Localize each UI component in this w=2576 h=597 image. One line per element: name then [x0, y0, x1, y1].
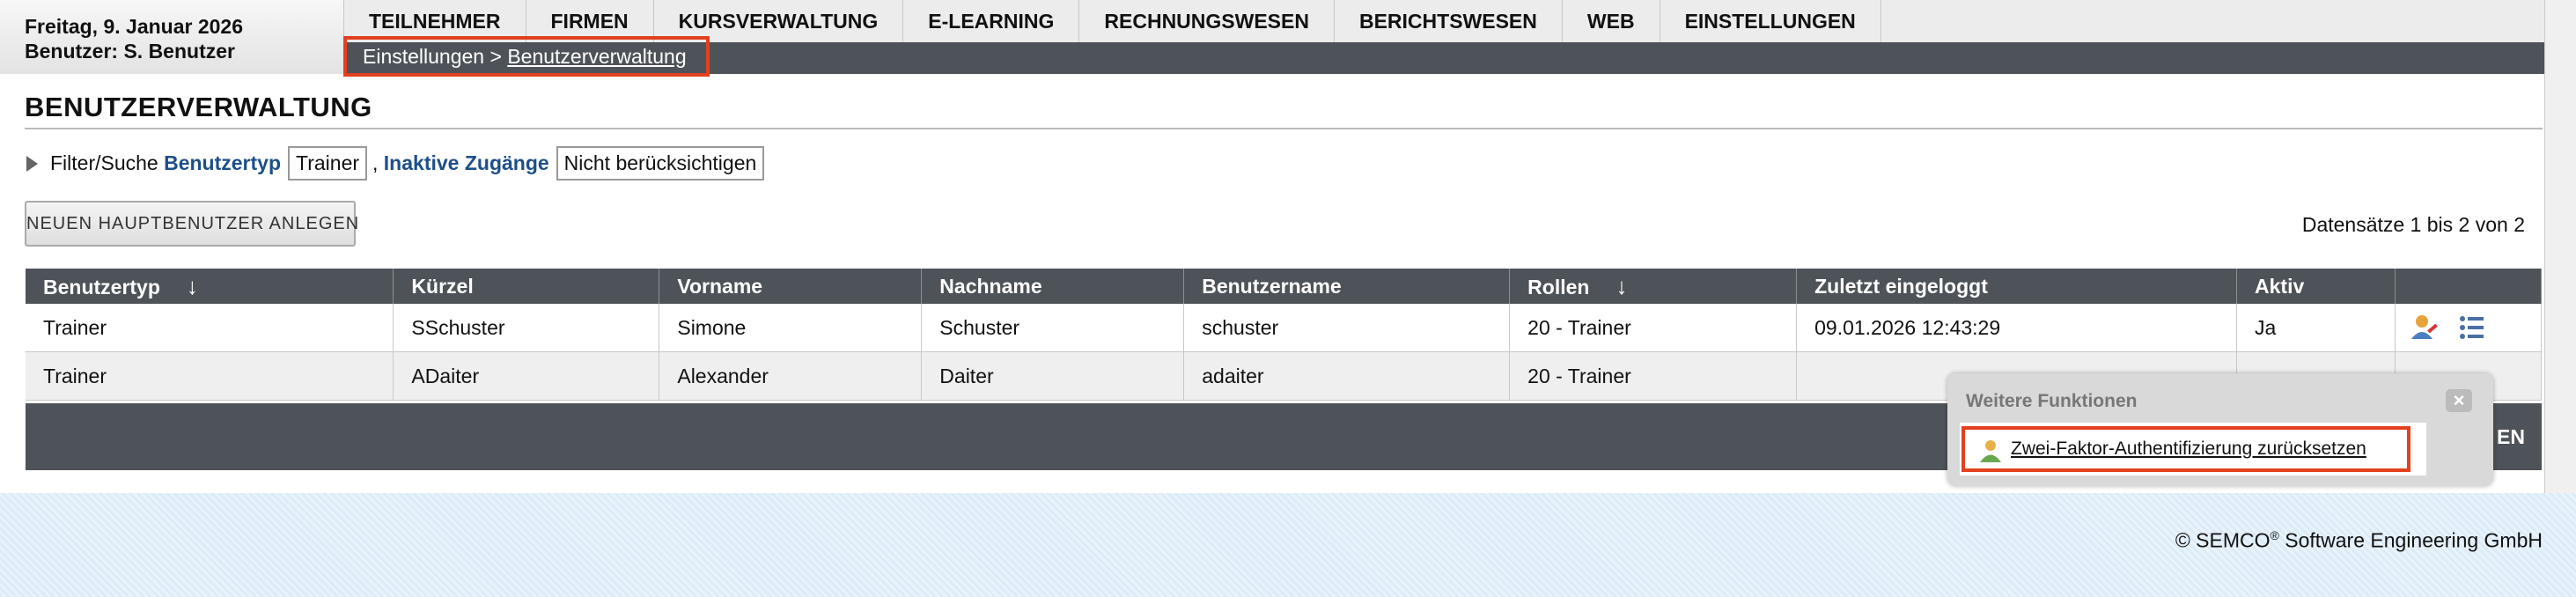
user-icon	[1980, 440, 2001, 462]
reset-2fa-link[interactable]: Zwei-Faktor-Authentifizierung zurücksetz…	[1961, 426, 2410, 472]
cell-vorname: Simone	[659, 304, 923, 352]
sort-down-icon[interactable]: ↓	[187, 273, 198, 299]
table-row[interactable]: Trainer SSchuster Simone Schuster schust…	[26, 304, 2543, 352]
filter-label[interactable]: Filter/Suche	[50, 151, 158, 175]
expand-triangle-icon[interactable]	[26, 155, 38, 172]
cell-benutzertyp: Trainer	[26, 304, 394, 352]
col-zuletzt-eingeloggt[interactable]: Zuletzt eingeloggt	[1796, 269, 2238, 304]
filter-inaktive-label: Inaktive Zugänge	[383, 151, 549, 174]
breadcrumb: Einstellungen > Benutzerverwaltung	[343, 36, 710, 77]
col-benutzertyp[interactable]: Benutzertyp ↓	[26, 269, 394, 304]
table-header-row: Benutzertyp ↓ Kürzel Vorname Nachname Ben…	[26, 269, 2543, 304]
cell-benutzertyp: Trainer	[26, 351, 394, 401]
cell-kuerzel: ADaiter	[393, 351, 660, 401]
cell-rollen: 20 - Trainer	[1509, 304, 1798, 352]
cell-nachname: Daiter	[921, 351, 1185, 401]
cell-vorname: Alexander	[659, 351, 923, 401]
filter-separator: ,	[372, 151, 379, 174]
nav-filler	[1878, 0, 2545, 42]
close-icon[interactable]: ×	[2446, 389, 2472, 412]
sort-down-icon[interactable]: ↓	[1616, 273, 1627, 299]
breadcrumb-current[interactable]: Benutzerverwaltung	[507, 45, 686, 68]
cell-aktiv: Ja	[2236, 304, 2396, 352]
breadcrumb-parent[interactable]: Einstellungen	[363, 45, 484, 68]
new-main-user-button[interactable]: NEUEN HAUPTBENUTZER ANLEGEN	[25, 201, 358, 247]
col-rollen[interactable]: Rollen ↓	[1509, 269, 1798, 304]
cell-benutzername: adaiter	[1183, 351, 1511, 401]
cell-nachname: Schuster	[921, 304, 1185, 352]
cell-zuletzt-eingeloggt: 09.01.2026 12:43:29	[1796, 304, 2238, 352]
cell-actions	[2395, 304, 2543, 352]
filter-bar: Filter/Suche Benutzertyp Trainer , Inakt…	[26, 146, 769, 181]
filter-inaktive-value[interactable]: Nicht berücksichtigen	[556, 146, 765, 181]
current-date: Freitag, 9. Januar 2026	[25, 15, 244, 38]
reset-2fa-label[interactable]: Zwei-Faktor-Authentifizierung zurücksetz…	[2011, 439, 2366, 459]
col-kuerzel[interactable]: Kürzel	[393, 269, 660, 304]
right-edge-strip	[2544, 0, 2576, 493]
tab-einstellungen[interactable]: EINSTELLUNGEN	[1659, 0, 1881, 42]
title-divider	[25, 128, 2543, 129]
col-aktiv[interactable]: Aktiv	[2236, 269, 2396, 304]
more-functions-list-icon[interactable]	[2459, 314, 2485, 341]
col-benutzername[interactable]: Benutzername	[1183, 269, 1511, 304]
filter-benutzertyp-value[interactable]: Trainer	[288, 146, 368, 181]
tab-web[interactable]: WEB	[1561, 0, 1660, 42]
current-user: Benutzer: S. Benutzer	[25, 40, 235, 63]
filter-benutzertyp-label: Benutzertyp	[164, 151, 282, 174]
record-count: Datensätze 1 bis 2 von 2	[2301, 213, 2525, 236]
breadcrumb-separator: >	[489, 45, 502, 68]
cell-rollen: 20 - Trainer	[1509, 351, 1798, 401]
copyright-text: © SEMCO® Software Engineering GmbH	[2175, 528, 2543, 552]
tab-e-learning[interactable]: E-LEARNING	[902, 0, 1079, 42]
more-functions-popup: Weitere Funktionen × Zwei-Faktor-Authent…	[1947, 373, 2493, 486]
col-nachname[interactable]: Nachname	[921, 269, 1185, 304]
footer-button-partial[interactable]: EN	[2497, 425, 2525, 449]
col-actions	[2395, 269, 2543, 304]
tab-rechnungswesen[interactable]: RECHNUNGSWESEN	[1078, 0, 1334, 42]
popup-title: Weitere Funktionen	[1966, 391, 2138, 411]
tab-berichtswesen[interactable]: BERICHTSWESEN	[1333, 0, 1562, 42]
session-info: Freitag, 9. Januar 2026 Benutzer: S. Ben…	[25, 14, 243, 63]
cell-benutzername: schuster	[1183, 304, 1511, 352]
col-vorname[interactable]: Vorname	[659, 269, 923, 304]
edit-user-icon[interactable]	[2410, 313, 2440, 343]
page-title: BENUTZERVERWALTUNG	[25, 92, 372, 122]
cell-kuerzel: SSchuster	[393, 304, 660, 352]
